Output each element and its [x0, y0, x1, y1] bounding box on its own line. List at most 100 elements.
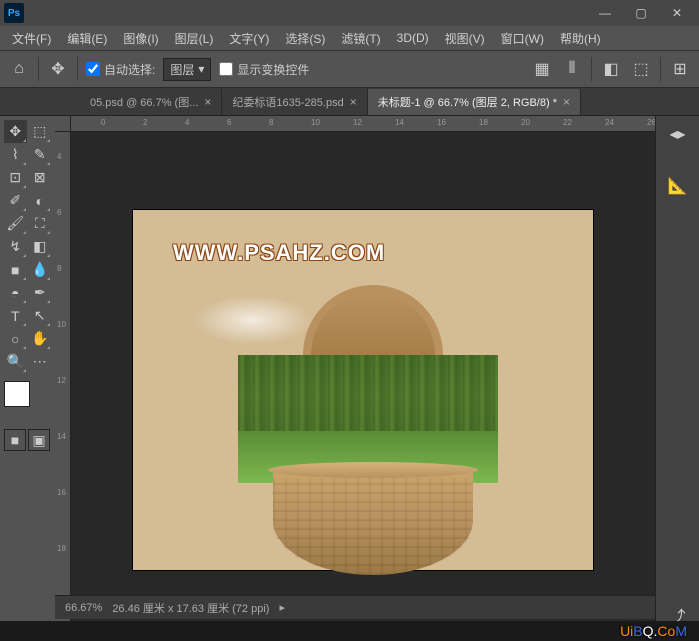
canvas-area: 02468101214161820222426 4681012141618 WW…: [55, 116, 655, 627]
healing-tool[interactable]: ◐: [29, 189, 52, 212]
menu-view[interactable]: 视图(V): [437, 28, 493, 49]
quick-mask-mode[interactable]: ▣: [28, 429, 50, 451]
basket-body: [273, 470, 473, 575]
ruler-mark: 6: [57, 208, 61, 217]
auto-select-label: 自动选择:: [104, 61, 155, 78]
color-swatches[interactable]: [4, 381, 44, 421]
home-icon[interactable]: ⌂: [8, 58, 30, 80]
ruler-mark: 4: [185, 118, 189, 127]
zoom-tool[interactable]: 🔍: [4, 350, 27, 373]
ruler-mark: 16: [57, 488, 66, 497]
crop-tool[interactable]: ⊡: [4, 166, 27, 189]
ruler-mark: 14: [57, 432, 66, 441]
menu-layer[interactable]: 图层(L): [167, 28, 222, 49]
type-tool[interactable]: T: [4, 304, 27, 327]
dodge-tool[interactable]: ◓: [4, 281, 27, 304]
auto-select-checkbox[interactable]: 自动选择:: [86, 61, 155, 78]
move-tool-icon[interactable]: ✥: [47, 58, 69, 80]
frame-tool[interactable]: ⊠: [29, 166, 52, 189]
eyedropper-tool[interactable]: ✐: [4, 189, 27, 212]
close-icon[interactable]: ×: [350, 95, 357, 109]
menu-file[interactable]: 文件(F): [4, 28, 59, 49]
standard-mode[interactable]: ■: [4, 429, 26, 451]
menu-3d[interactable]: 3D(D): [389, 29, 437, 47]
edit-toolbar[interactable]: ⋯: [29, 350, 52, 373]
3d-mode-icon[interactable]: ◧: [600, 58, 622, 80]
close-icon[interactable]: ×: [563, 95, 570, 109]
document-canvas[interactable]: WWW.PSAHZ.COM: [133, 210, 593, 570]
panel-group-icon[interactable]: 📐: [666, 174, 690, 198]
eraser-tool[interactable]: ◧: [29, 235, 52, 258]
titlebar: Ps — ▢ ✕: [0, 0, 699, 26]
show-transform-input[interactable]: [219, 62, 233, 76]
show-transform-checkbox[interactable]: 显示变换控件: [219, 61, 309, 78]
auto-select-target-dropdown[interactable]: 图层 ▾: [163, 58, 211, 81]
status-bar: 66.67% 26.46 厘米 x 17.63 厘米 (72 ppi) ▸: [55, 595, 655, 619]
foreground-color-swatch[interactable]: [4, 381, 30, 407]
stamp-tool[interactable]: ⛶: [29, 212, 52, 235]
tab-doc-1[interactable]: 纪委标语1635-285.psd ×: [222, 89, 367, 115]
close-button[interactable]: ✕: [659, 0, 695, 26]
canvas-text-layer[interactable]: WWW.PSAHZ.COM: [173, 240, 385, 266]
chevron-down-icon: ▾: [198, 62, 204, 76]
menubar: 文件(F) 编辑(E) 图像(I) 图层(L) 文字(Y) 选择(S) 滤镜(T…: [0, 26, 699, 50]
chevron-right-icon[interactable]: ▸: [279, 601, 285, 614]
maximize-button[interactable]: ▢: [623, 0, 659, 26]
menu-edit[interactable]: 编辑(E): [59, 28, 115, 49]
tab-doc-0[interactable]: 05.psd @ 66.7% (图... ×: [80, 89, 222, 115]
right-collapsed-panel: ◂▸ 📐 ⤴: [655, 116, 699, 627]
ruler-mark: 8: [269, 118, 273, 127]
quick-select-tool[interactable]: ✎: [29, 143, 52, 166]
menu-image[interactable]: 图像(I): [115, 28, 166, 49]
app-icon: Ps: [4, 3, 24, 23]
footer: [0, 621, 699, 641]
workspace: ✥ ⬚ ⌇ ✎ ⊡ ⊠ ✐ ◐ 🖌 ⛶ ↯ ◧ ■ 💧 ◓ ✒: [0, 116, 699, 627]
tab-doc-2[interactable]: 未标题-1 @ 66.7% (图层 2, RGB/8) * ×: [368, 89, 581, 115]
menu-help[interactable]: 帮助(H): [552, 28, 609, 49]
canvas-viewport[interactable]: WWW.PSAHZ.COM: [71, 132, 655, 627]
shape-tool[interactable]: ○: [4, 327, 27, 350]
ruler-mark: 12: [353, 118, 362, 127]
basket-layer[interactable]: [258, 285, 488, 565]
zoom-level[interactable]: 66.67%: [65, 602, 102, 614]
move-tool[interactable]: ✥: [4, 120, 27, 143]
menu-filter[interactable]: 滤镜(T): [333, 28, 388, 49]
mask-mode-toggle: ■ ▣: [4, 429, 51, 451]
menu-type[interactable]: 文字(Y): [221, 28, 277, 49]
brush-tool[interactable]: 🖌: [4, 212, 27, 235]
pen-tool[interactable]: ✒: [29, 281, 52, 304]
gradient-tool[interactable]: ■: [4, 258, 27, 281]
separator: [591, 57, 592, 81]
close-icon[interactable]: ×: [204, 95, 211, 109]
align-icon[interactable]: ▦: [531, 58, 553, 80]
ruler-mark: 24: [605, 118, 614, 127]
distribute-icon[interactable]: ⫴: [561, 58, 583, 80]
ruler-mark: 18: [479, 118, 488, 127]
ruler-mark: 10: [57, 320, 66, 329]
ruler-mark: 20: [521, 118, 530, 127]
menu-window[interactable]: 窗口(W): [493, 28, 552, 49]
menu-select[interactable]: 选择(S): [277, 28, 333, 49]
blur-tool[interactable]: 💧: [29, 258, 52, 281]
horizontal-ruler[interactable]: 02468101214161820222426: [71, 116, 655, 132]
ruler-mark: 26: [647, 118, 655, 127]
ruler-mark: 12: [57, 376, 66, 385]
ruler-mark: 8: [57, 264, 61, 273]
lasso-tool[interactable]: ⌇: [4, 143, 27, 166]
panel-expand-icon[interactable]: ◂▸: [666, 122, 690, 146]
history-brush-tool[interactable]: ↯: [4, 235, 27, 258]
document-tabs: 05.psd @ 66.7% (图... × 纪委标语1635-285.psd …: [0, 88, 699, 116]
ruler-mark: 2: [143, 118, 147, 127]
vertical-ruler[interactable]: 4681012141618: [55, 132, 71, 627]
minimize-button[interactable]: —: [587, 0, 623, 26]
ruler-mark: 22: [563, 118, 572, 127]
marquee-tool[interactable]: ⬚: [29, 120, 52, 143]
3d-icon[interactable]: ⬚: [630, 58, 652, 80]
document-info[interactable]: 26.46 厘米 x 17.63 厘米 (72 ppi): [112, 600, 269, 616]
hand-tool[interactable]: ✋: [29, 327, 52, 350]
arrange-icon[interactable]: ⊞: [669, 58, 691, 80]
ruler-mark: 4: [57, 152, 61, 161]
path-select-tool[interactable]: ↖: [29, 304, 52, 327]
auto-select-input[interactable]: [86, 62, 100, 76]
ruler-corner: [55, 116, 71, 132]
